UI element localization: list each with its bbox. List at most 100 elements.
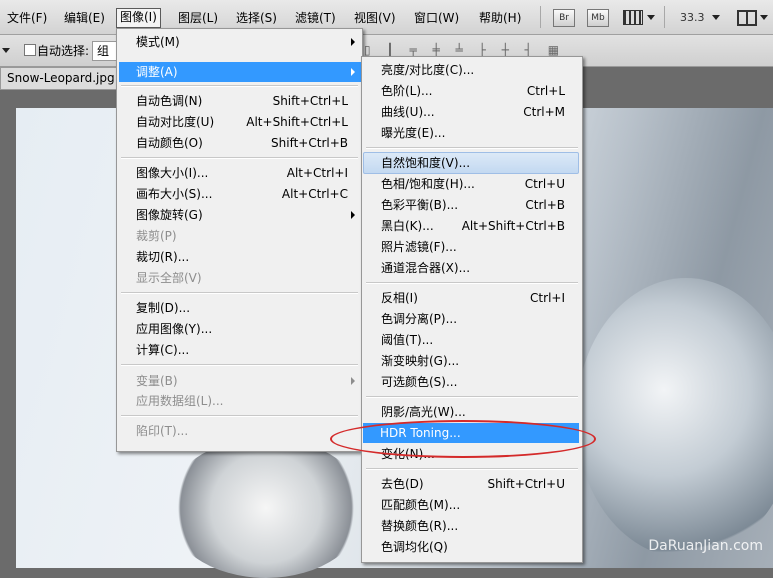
menu-window[interactable]: 窗口(W) <box>411 9 462 27</box>
menu-item-mode[interactable]: 模式(M) <box>119 32 377 52</box>
menu-separator <box>366 468 578 470</box>
menu-item-selective-color[interactable]: 可选颜色(S)... <box>364 372 565 392</box>
arrange-documents-icon[interactable] <box>737 10 757 26</box>
menu-item-label: 画布大小(S)... <box>136 187 213 201</box>
menu-item-brightness-contrast[interactable]: 亮度/对比度(C)... <box>364 60 565 80</box>
menu-item-equalize[interactable]: 色调均化(Q) <box>364 537 565 557</box>
menu-separator <box>121 85 358 87</box>
menu-item-posterize[interactable]: 色调分离(P)... <box>364 309 565 329</box>
menu-item-label: 裁切(R)... <box>136 250 190 264</box>
menu-item-label: 裁剪(P) <box>136 229 177 243</box>
shortcut-text: Alt+Ctrl+I <box>286 166 348 180</box>
submenu-arrow-icon <box>351 68 355 76</box>
mini-bridge-button[interactable]: Mb <box>587 9 609 27</box>
submenu-arrow-icon <box>351 377 355 385</box>
menu-help[interactable]: 帮助(H) <box>476 9 524 27</box>
shortcut-text: Alt+Shift+Ctrl+L <box>246 115 348 129</box>
menu-item-levels[interactable]: 色阶(L)... Ctrl+L <box>364 81 565 101</box>
watermark: DaRuanJian.com <box>648 538 763 554</box>
zoom-level[interactable]: 33.3 <box>677 9 708 27</box>
shortcut-text: Alt+Ctrl+C <box>281 187 348 201</box>
menu-item-match-color[interactable]: 匹配颜色(M)... <box>364 495 565 515</box>
menu-separator <box>121 292 358 294</box>
menu-item-calculations[interactable]: 计算(C)... <box>119 340 348 360</box>
shortcut-text: Shift+Ctrl+L <box>272 94 348 108</box>
menu-item-label: 阈值(T)... <box>381 333 434 347</box>
menu-item-label: 模式(M) <box>136 35 180 49</box>
menu-item-apply-image[interactable]: 应用图像(Y)... <box>119 319 348 339</box>
menu-item-hue-saturation[interactable]: 色相/饱和度(H)... Ctrl+U <box>364 174 565 194</box>
auto-select-value: 组 <box>97 44 110 58</box>
menu-item-label: 曝光度(E)... <box>381 126 446 140</box>
document-tab[interactable]: Snow-Leopard.jpg @ <box>0 67 122 90</box>
menu-item-adjustments[interactable]: 调整(A) <box>119 62 362 82</box>
menu-item-color-balance[interactable]: 色彩平衡(B)... Ctrl+B <box>364 195 565 215</box>
menu-item-image-size[interactable]: 图像大小(I)... Alt+Ctrl+I <box>119 163 348 183</box>
menu-item-label: 色彩平衡(B)... <box>381 198 459 212</box>
menu-item-exposure[interactable]: 曝光度(E)... <box>364 123 565 143</box>
shortcut-text: Shift+Ctrl+B <box>271 136 348 150</box>
menu-item-shadows-highlights[interactable]: 阴影/高光(W)... <box>364 402 565 422</box>
chevron-down-icon[interactable] <box>760 15 768 20</box>
auto-select-label: 自动选择: <box>37 44 90 58</box>
menu-item-desaturate[interactable]: 去色(D) Shift+Ctrl+U <box>364 474 565 494</box>
menu-item-label: 亮度/对比度(C)... <box>381 63 475 77</box>
menu-item-label: 可选颜色(S)... <box>381 375 458 389</box>
menu-item-image-rotation[interactable]: 图像旋转(G) <box>119 205 348 225</box>
shortcut-text: Shift+Ctrl+U <box>487 477 565 491</box>
chevron-down-icon[interactable] <box>2 48 10 53</box>
menu-item-label: 图像旋转(G) <box>136 208 203 222</box>
menu-filter[interactable]: 滤镜(T) <box>292 9 339 27</box>
menu-item-threshold[interactable]: 阈值(T)... <box>364 330 565 350</box>
menu-view[interactable]: 视图(V) <box>351 9 399 27</box>
shortcut-text: Ctrl+L <box>526 84 565 98</box>
menu-item-label: 色调分离(P)... <box>381 312 458 326</box>
menu-item-auto-contrast[interactable]: 自动对比度(U) Alt+Shift+Ctrl+L <box>119 112 348 132</box>
menu-image[interactable]: 图像(I) <box>116 8 161 28</box>
menu-item-label: 图像大小(I)... <box>136 166 209 180</box>
shortcut-text: Alt+Shift+Ctrl+B <box>461 219 565 233</box>
filmstrip-icon[interactable] <box>623 10 643 25</box>
menu-item-label: 色调均化(Q) <box>381 540 448 554</box>
adjustments-submenu: 亮度/对比度(C)... 色阶(L)... Ctrl+L 曲线(U)... Ctrl… <box>361 56 583 563</box>
menu-item-curves[interactable]: 曲线(U)... Ctrl+M <box>364 102 565 122</box>
chevron-down-icon[interactable] <box>712 15 720 20</box>
menu-edit[interactable]: 编辑(E) <box>61 9 108 27</box>
menu-item-auto-tone[interactable]: 自动色调(N) Shift+Ctrl+L <box>119 91 348 111</box>
menu-item-gradient-map[interactable]: 渐变映射(G)... <box>364 351 565 371</box>
auto-select-checkbox[interactable] <box>24 44 36 56</box>
menu-separator <box>121 415 358 417</box>
menu-item-channel-mixer[interactable]: 通道混合器(X)... <box>364 258 565 278</box>
menu-item-photo-filter[interactable]: 照片滤镜(F)... <box>364 237 565 257</box>
menu-item-reveal-all: 显示全部(V) <box>119 268 348 288</box>
menu-item-label: 自动色调(N) <box>136 94 203 108</box>
menu-item-label: 自动颜色(O) <box>136 136 203 150</box>
menu-item-apply-data-set: 应用数据组(L)... <box>119 391 348 411</box>
menu-item-auto-color[interactable]: 自动颜色(O) Shift+Ctrl+B <box>119 133 348 153</box>
menu-separator <box>366 396 578 398</box>
menu-item-replace-color[interactable]: 替换颜色(R)... <box>364 516 565 536</box>
menu-layer[interactable]: 图层(L) <box>175 9 221 27</box>
menu-item-invert[interactable]: 反相(I) Ctrl+I <box>364 288 565 308</box>
menu-item-vibrance[interactable]: 自然饱和度(V)... <box>363 152 579 174</box>
menu-item-duplicate[interactable]: 复制(D)... <box>119 298 348 318</box>
menu-item-canvas-size[interactable]: 画布大小(S)... Alt+Ctrl+C <box>119 184 348 204</box>
bridge-button[interactable]: Br <box>553 9 575 27</box>
chevron-down-icon[interactable] <box>647 15 655 20</box>
menu-item-label: 渐变映射(G)... <box>381 354 460 368</box>
menu-file[interactable]: 文件(F) <box>4 9 50 27</box>
menu-item-label: 照片滤镜(F)... <box>381 240 457 254</box>
menu-item-label: 反相(I) <box>381 291 418 305</box>
menu-item-variables: 变量(B) <box>119 371 348 391</box>
menu-select[interactable]: 选择(S) <box>233 9 280 27</box>
menu-item-black-white[interactable]: 黑白(K)... Alt+Shift+Ctrl+B <box>364 216 565 236</box>
align-icons[interactable]: ▯ ┃ ╤ ╪ ╧ ├ ┼ ┤ ▦ <box>364 43 564 57</box>
menu-item-label: 复制(D)... <box>136 301 191 315</box>
image-menu: 模式(M) 调整(A) 自动色调(N) Shift+Ctrl+L 自动对比度(U)… <box>116 28 363 452</box>
menu-item-trim[interactable]: 裁切(R)... <box>119 247 348 267</box>
menu-item-label: 去色(D) <box>381 477 424 491</box>
menu-separator <box>121 364 358 366</box>
menu-item-label: 替换颜色(R)... <box>381 519 459 533</box>
menu-separator <box>121 157 358 159</box>
submenu-arrow-icon <box>351 211 355 219</box>
